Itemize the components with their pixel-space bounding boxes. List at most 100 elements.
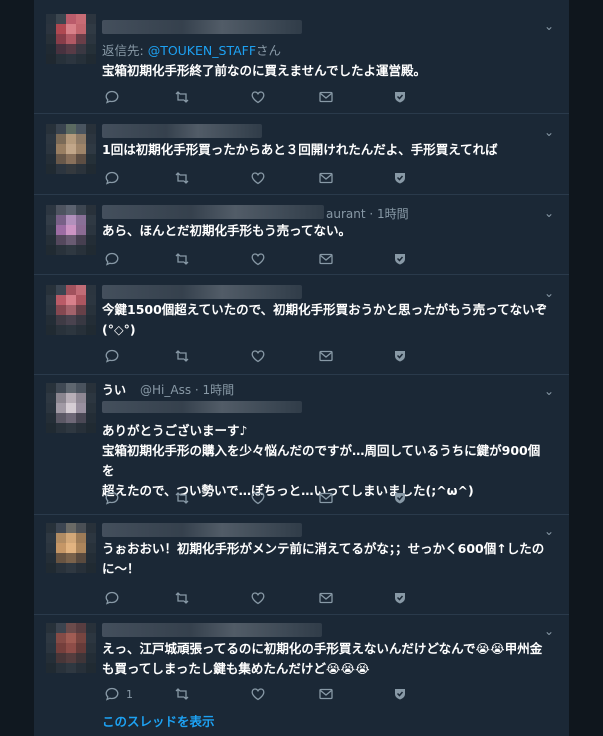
tweet-text: うぉおおい！初期化手形がメンテ前に消えてるがな；；せっかく600個↑したの に〜… xyxy=(102,541,545,576)
tweet-card[interactable]: うい @Hi_Ass · 1時間 ⌄ ありがとうございまーす♪ 宝箱初期化手形の… xyxy=(34,375,569,515)
heart-icon xyxy=(251,91,265,104)
message-button[interactable] xyxy=(318,589,334,607)
chevron-down-icon[interactable]: ⌄ xyxy=(543,126,555,138)
retweet-button[interactable] xyxy=(174,88,190,106)
reply-button[interactable] xyxy=(104,489,120,507)
tweet-text: 1回は初期化手形買ったからあと３回開けれたんだよ、手形買えてれば xyxy=(102,142,498,157)
avatar[interactable] xyxy=(46,124,96,174)
blurred-user-header[interactable] xyxy=(102,124,262,138)
tweet-card[interactable]: ⌄ うぉおおい！初期化手形がメンテ前に消えてるがな；；せっかく600個↑したの … xyxy=(34,515,569,615)
blurred-user-header[interactable] xyxy=(102,205,324,219)
like-button[interactable] xyxy=(250,685,266,703)
tweet-card[interactable]: ⌄ 1回は初期化手形買ったからあと３回開けれたんだよ、手形買えてれば xyxy=(34,114,569,195)
avatar[interactable] xyxy=(46,285,96,335)
tweet-actions xyxy=(102,88,422,106)
shield-check-icon xyxy=(395,92,405,103)
user-display-name[interactable]: うい xyxy=(102,381,126,398)
avatar[interactable] xyxy=(46,383,96,433)
shield-check-icon xyxy=(395,493,405,504)
envelope-icon xyxy=(319,350,333,362)
message-button[interactable] xyxy=(318,489,334,507)
show-thread-link[interactable]: このスレッドを表示 xyxy=(102,711,215,730)
blurred-user-header[interactable] xyxy=(102,285,302,299)
save-button[interactable] xyxy=(392,250,408,268)
reply-icon xyxy=(105,252,119,266)
like-button[interactable] xyxy=(250,589,266,607)
avatar[interactable] xyxy=(46,523,96,573)
shield-check-icon xyxy=(395,254,405,265)
tweet-text: あら、ほんとだ初期化手形もう売ってない。 xyxy=(102,223,352,238)
save-button[interactable] xyxy=(392,489,408,507)
retweet-button[interactable] xyxy=(174,489,190,507)
heart-icon xyxy=(251,350,265,363)
like-button[interactable] xyxy=(250,88,266,106)
tweet-actions xyxy=(102,489,422,507)
message-button[interactable] xyxy=(318,685,334,703)
avatar[interactable] xyxy=(46,623,96,673)
message-button[interactable] xyxy=(318,169,334,187)
save-button[interactable] xyxy=(392,685,408,703)
blurred-user-header[interactable] xyxy=(102,523,302,537)
like-button[interactable] xyxy=(250,250,266,268)
reply-button[interactable] xyxy=(104,88,120,106)
avatar[interactable] xyxy=(46,205,96,255)
reply-button[interactable] xyxy=(104,250,120,268)
message-button[interactable] xyxy=(318,250,334,268)
tweet-actions xyxy=(102,250,422,268)
like-button[interactable] xyxy=(250,489,266,507)
tweet-actions xyxy=(102,589,422,607)
avatar[interactable] xyxy=(46,14,96,64)
save-button[interactable] xyxy=(392,347,408,365)
shield-check-icon xyxy=(395,351,405,362)
tweet-text: えっ、江戸城頑張ってるのに初期化の手形買えないんだけどなんで😭😭甲州金 も買って… xyxy=(102,641,543,676)
shield-check-icon xyxy=(395,173,405,184)
like-button[interactable] xyxy=(250,347,266,365)
blurred-reply-to[interactable] xyxy=(102,401,302,413)
chevron-down-icon[interactable]: ⌄ xyxy=(543,20,555,32)
right-page-background xyxy=(569,0,603,736)
tweet-card[interactable]: ⌄ えっ、江戸城頑張ってるのに初期化の手形買えないんだけどなんで😭😭甲州金 も買… xyxy=(34,615,569,736)
reply-count: 1 xyxy=(126,687,133,701)
message-button[interactable] xyxy=(318,88,334,106)
reply-button[interactable]: 1 xyxy=(104,685,133,703)
chevron-down-icon[interactable]: ⌄ xyxy=(543,625,555,637)
tweet-actions: 1 xyxy=(102,685,422,703)
tweet-actions xyxy=(102,169,422,187)
tweet-card[interactable]: aurant · 1時間 ⌄ あら、ほんとだ初期化手形もう売ってない。 xyxy=(34,195,569,275)
retweet-button[interactable] xyxy=(174,589,190,607)
envelope-icon xyxy=(319,253,333,265)
tweet-card[interactable]: ⌄ 返信先: @TOUKEN_STAFFさん 宝箱初期化手形終了前なのに買えませ… xyxy=(34,0,569,114)
tweet-actions xyxy=(102,347,422,365)
chevron-down-icon[interactable]: ⌄ xyxy=(543,287,555,299)
heart-icon xyxy=(251,492,265,505)
chevron-down-icon[interactable]: ⌄ xyxy=(543,385,555,397)
reply-timeline[interactable]: ⌄ 返信先: @TOUKEN_STAFFさん 宝箱初期化手形終了前なのに買えませ… xyxy=(34,0,569,736)
reply-button[interactable] xyxy=(104,169,120,187)
retweet-button[interactable] xyxy=(174,169,190,187)
blurred-user-header[interactable] xyxy=(102,20,302,34)
retweet-button[interactable] xyxy=(174,250,190,268)
envelope-icon xyxy=(319,592,333,604)
save-button[interactable] xyxy=(392,88,408,106)
retweet-icon xyxy=(175,592,189,604)
reply-icon xyxy=(105,491,119,505)
retweet-icon xyxy=(175,350,189,362)
retweet-icon xyxy=(175,492,189,504)
like-button[interactable] xyxy=(250,169,266,187)
retweet-button[interactable] xyxy=(174,685,190,703)
reply-handle-link[interactable]: @TOUKEN_STAFF xyxy=(148,43,256,58)
chevron-down-icon[interactable]: ⌄ xyxy=(543,525,555,537)
retweet-icon xyxy=(175,688,189,700)
reply-button[interactable] xyxy=(104,589,120,607)
reply-button[interactable] xyxy=(104,347,120,365)
blurred-user-header[interactable] xyxy=(102,623,322,637)
save-button[interactable] xyxy=(392,589,408,607)
save-button[interactable] xyxy=(392,169,408,187)
retweet-button[interactable] xyxy=(174,347,190,365)
chevron-down-icon[interactable]: ⌄ xyxy=(543,207,555,219)
tweet-card[interactable]: ⌄ 今鍵1500個超えていたので、初期化手形買おうかと思ったがもう売ってないぞ … xyxy=(34,275,569,375)
tweet-text: 宝箱初期化手形終了前なのに買えませんでしたよ運営殿。 xyxy=(102,63,427,78)
message-button[interactable] xyxy=(318,347,334,365)
reply-icon xyxy=(105,171,119,185)
heart-icon xyxy=(251,253,265,266)
